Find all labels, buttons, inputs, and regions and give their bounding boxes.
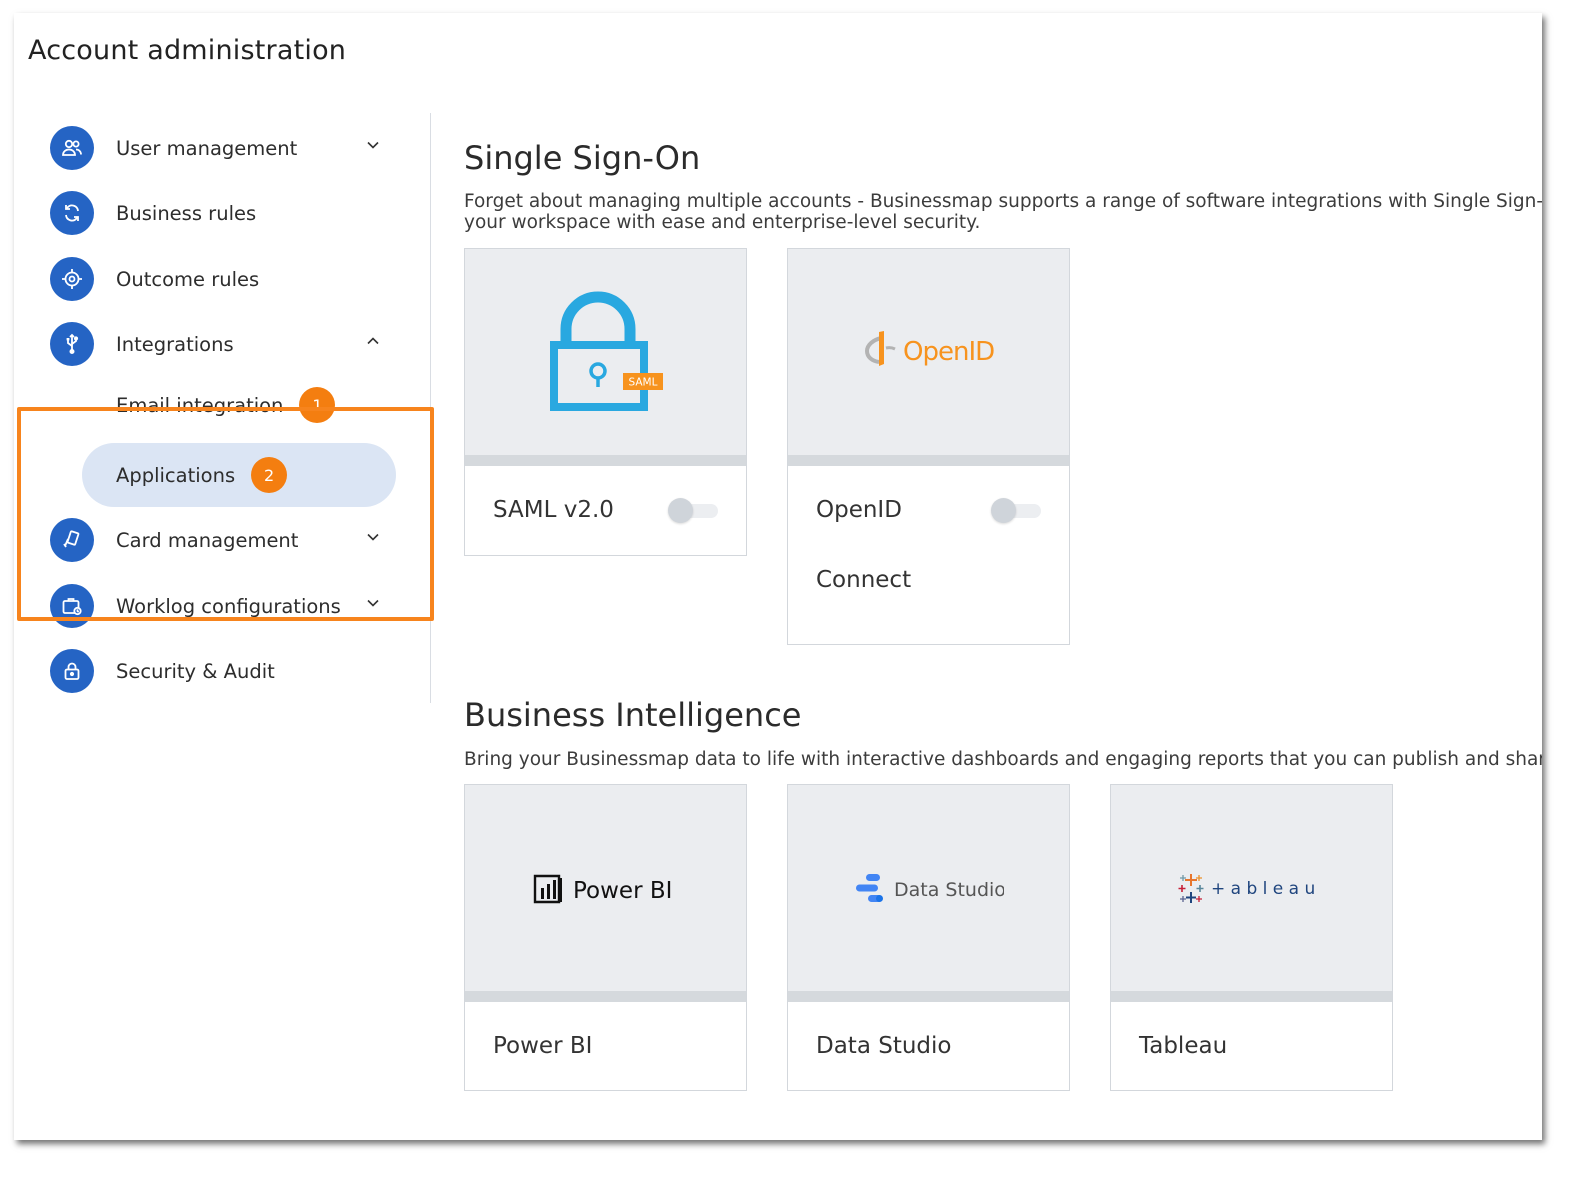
- sidebar-item-integrations[interactable]: Integrations: [50, 319, 410, 369]
- sidebar-subitem-email-integration[interactable]: Email integration 1: [82, 373, 396, 437]
- section-title-sso: Single Sign-On: [464, 139, 701, 177]
- app-window: Account administration User management B…: [14, 13, 1542, 1140]
- card-logo-area: SAML: [465, 249, 746, 455]
- card-logo-area: + a b l e a u: [1111, 785, 1392, 991]
- sidebar-item-label: Outcome rules: [116, 267, 260, 291]
- chevron-down-icon[interactable]: [366, 596, 380, 610]
- sidebar-item-outcome-rules[interactable]: Outcome rules: [50, 254, 410, 304]
- worklog-icon: [50, 584, 94, 628]
- integration-card-openid[interactable]: OpenID OpenID Connect: [787, 248, 1070, 645]
- sidebar-item-security-audit[interactable]: Security & Audit: [50, 646, 410, 696]
- sidebar-item-worklog-configurations[interactable]: Worklog configurations: [50, 581, 410, 631]
- svg-text:SAML: SAML: [628, 377, 657, 389]
- datastudio-logo: Data Studio: [855, 874, 1004, 902]
- section-description-bi: Bring your Businessmap data to life with…: [464, 749, 1542, 770]
- powerbi-logo: Power BI: [533, 874, 672, 904]
- sidebar-item-business-rules[interactable]: Business rules: [50, 188, 410, 238]
- sidebar-item-label: User management: [116, 136, 298, 160]
- saml-logo: SAML: [549, 291, 663, 411]
- sidebar-item-user-management[interactable]: User management: [50, 123, 410, 173]
- tableau-logo: + a b l e a u: [1178, 874, 1315, 903]
- card-title: OpenID Connect: [816, 497, 912, 593]
- integration-card-saml[interactable]: SAML SAML v2.0: [464, 248, 747, 556]
- svg-text:Data Studio: Data Studio: [894, 879, 1004, 901]
- card-title: Data Studio: [816, 1033, 952, 1059]
- card-icon: [50, 518, 94, 562]
- target-icon: [50, 257, 94, 301]
- integration-card-tableau[interactable]: + a b l e a u Tableau: [1110, 784, 1393, 1091]
- usb-icon: [50, 322, 94, 366]
- openid-toggle-switch[interactable]: [991, 498, 1041, 523]
- sidebar: User management Business rules Outcome r…: [14, 113, 434, 703]
- sidebar-item-label: Card management: [116, 528, 299, 552]
- lock-icon: [50, 649, 94, 693]
- chevron-up-icon[interactable]: [366, 334, 380, 348]
- sidebar-item-label: Worklog configurations: [116, 594, 341, 618]
- sidebar-item-label: Security & Audit: [116, 659, 275, 683]
- users-icon: [50, 126, 94, 170]
- sidebar-item-card-management[interactable]: Card management: [50, 515, 410, 565]
- page-title: Account administration: [28, 35, 347, 66]
- integration-card-datastudio[interactable]: Data Studio Data Studio: [787, 784, 1070, 1091]
- card-logo-area: Power BI: [465, 785, 746, 991]
- card-title: Power BI: [493, 1033, 593, 1059]
- sync-icon: [50, 191, 94, 235]
- sidebar-subitem-label: Applications: [116, 463, 236, 487]
- saml-toggle-switch[interactable]: [668, 498, 718, 523]
- sidebar-subitem-applications[interactable]: Applications 2: [82, 443, 396, 507]
- step-badge: 1: [299, 387, 336, 423]
- sidebar-item-label: Business rules: [116, 201, 257, 225]
- section-title-bi: Business Intelligence: [464, 696, 802, 734]
- svg-text:+ a b l e a u: + a b l e a u: [1211, 879, 1315, 899]
- svg-text:OpenID: OpenID: [903, 337, 994, 367]
- chevron-down-icon[interactable]: [366, 530, 380, 544]
- card-title: Tableau: [1139, 1033, 1228, 1059]
- sidebar-item-label: Integrations: [116, 332, 234, 356]
- sidebar-subitem-label: Email integration: [116, 393, 284, 417]
- section-description-sso: Forget about managing multiple accounts …: [464, 191, 1542, 233]
- card-logo-area: OpenID: [788, 249, 1069, 455]
- chevron-down-icon[interactable]: [366, 138, 380, 152]
- openid-logo: OpenID: [864, 331, 995, 367]
- integration-card-powerbi[interactable]: Power BI Power BI: [464, 784, 747, 1091]
- card-logo-area: Data Studio: [788, 785, 1069, 991]
- step-badge: 2: [251, 457, 288, 493]
- svg-text:Power BI: Power BI: [573, 878, 672, 904]
